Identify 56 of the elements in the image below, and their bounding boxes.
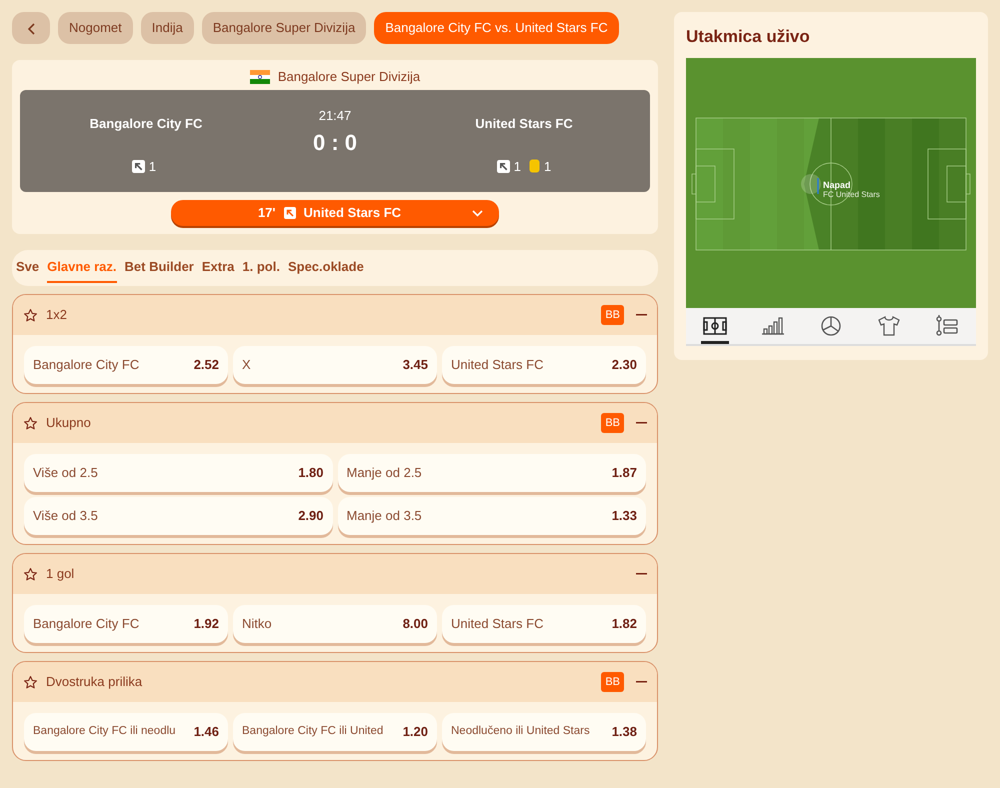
bet-builder-badge: BB [601,412,624,434]
star-icon[interactable] [23,566,38,582]
odds-button[interactable]: Manje od 3.5 1.33 [338,497,646,535]
shirt-icon [877,314,901,336]
star-icon[interactable] [23,416,38,430]
league-name: Bangalore Super Divizija [278,68,420,86]
pitch-icon [703,314,727,336]
bar-chart-icon [761,314,785,336]
market-tab[interactable]: Extra [202,253,234,283]
corner-count: 1 [514,158,521,176]
breadcrumb-link[interactable]: Indija [140,12,194,44]
market-title: 1x2 [46,306,68,324]
pie-chart-icon [819,314,843,336]
breadcrumb-link[interactable]: Nogomet [58,12,133,44]
market-tab[interactable]: 1. pol. [242,253,280,283]
odds-button[interactable]: Nitko 8.00 [233,605,437,643]
odds-button[interactable]: Više od 3.5 2.90 [24,497,332,535]
odds-button[interactable]: X 3.45 [233,346,437,384]
bet-builder-badge: BB [601,304,624,326]
odds-button[interactable]: Bangalore City FC 2.52 [24,346,228,384]
odds-button[interactable]: Neodlučeno ili United Stars 1.38 [442,713,646,751]
match-time: 21:47 [318,107,352,125]
booking-count: 1 [544,158,552,176]
corner-icon [496,160,510,173]
corner-icon [132,160,145,173]
market-title: Dvostruka prilika [46,673,144,692]
back-button[interactable] [12,12,50,44]
away-team-name: United Stars FC [475,115,573,133]
live-match-title: Utakmica uživo [686,26,811,48]
market-tab[interactable]: Spec.oklade [288,253,364,283]
booking-card-icon [529,159,540,174]
breadcrumb-link[interactable]: Bangalore Super Divizija [202,12,366,44]
chevron-left-icon [28,22,34,35]
market-title: Ukupno [46,414,92,432]
odds-button[interactable]: Manje od 2.5 1.87 [338,454,646,492]
timeline-icon [935,314,959,336]
odds-button[interactable]: United Stars FC 1.82 [442,605,646,643]
odds-button[interactable]: Bangalore City FC 1.92 [24,605,228,643]
flag-icon [250,70,270,84]
odds-button[interactable]: United Stars FC 2.30 [442,346,646,384]
event-team: FC United Stars [823,190,880,200]
event-title: Napad [823,180,851,190]
chevron-down-icon [472,210,483,216]
odds-button[interactable]: Više od 2.5 1.80 [24,454,332,492]
corner-count: 1 [148,158,156,176]
odds-button[interactable]: Bangalore City FC ili neodlu 1.46 [24,713,228,751]
score: 0 : 0 [312,128,358,156]
star-icon[interactable] [23,674,38,690]
bet-builder-badge: BB [601,672,624,692]
odds-button[interactable]: Bangalore City FC ili United 1.20 [233,713,437,751]
market-title: 1 gol [46,565,76,584]
star-icon[interactable] [23,308,38,322]
market-tab[interactable]: Bet Builder [124,253,194,283]
corner-icon [284,207,296,219]
market-tab[interactable]: Sve [16,253,40,283]
home-team-name: Bangalore City FC [90,115,202,133]
